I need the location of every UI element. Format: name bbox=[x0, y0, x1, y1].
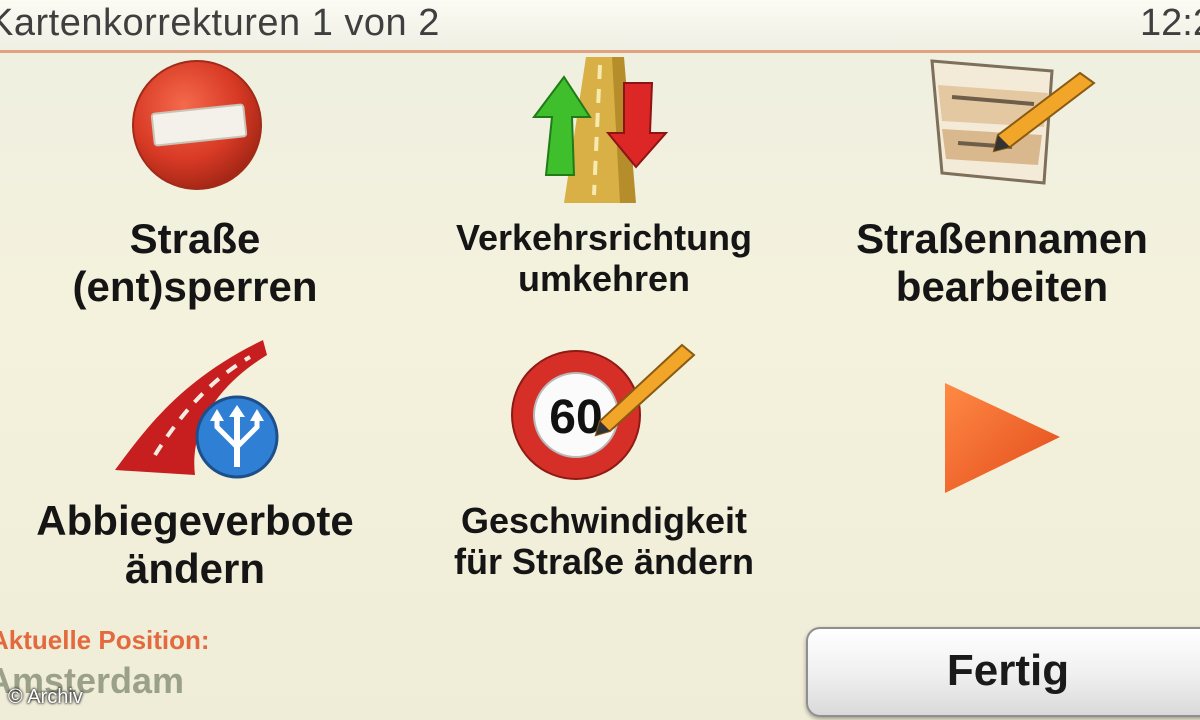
speed-limit-pencil-icon: 60 bbox=[511, 343, 696, 480]
change-speed-limit-button[interactable]: 60 Geschwindigkeit für Straße ändern bbox=[414, 335, 794, 585]
label-line: umkehren bbox=[517, 258, 691, 300]
label-line: Verkehrsrichtung bbox=[455, 217, 753, 258]
reverse-traffic-direction-label: Verkehrsrichtung umkehren bbox=[414, 217, 794, 299]
done-button-label: Fertig bbox=[946, 646, 1070, 695]
label-line: ändern bbox=[124, 544, 266, 592]
label-line: bearbeiten bbox=[895, 262, 1109, 310]
next-page-arrow-icon bbox=[945, 383, 1060, 493]
turn-restrictions-button[interactable]: Abbiegeverbote ändern bbox=[5, 335, 385, 605]
page-title: Kartenkorrekturen 1 von 2 bbox=[0, 2, 440, 44]
label-line: Straße bbox=[129, 215, 261, 262]
reverse-traffic-direction-button[interactable]: Verkehrsrichtung umkehren bbox=[414, 55, 794, 305]
block-road-button[interactable]: Straße (ent)sperren bbox=[5, 55, 385, 325]
label-line: Abbiegeverbote bbox=[36, 497, 354, 544]
title-bar: Kartenkorrekturen 1 von 2 12:2 bbox=[0, 0, 1200, 53]
traffic-direction-arrows-icon bbox=[532, 57, 669, 203]
change-speed-limit-label: Geschwindigkeit für Straße ändern bbox=[414, 500, 794, 582]
label-line: Geschwindigkeit bbox=[460, 500, 748, 541]
street-sign-pencil-icon bbox=[930, 59, 1096, 185]
clock: 12:2 bbox=[1140, 2, 1200, 44]
edit-street-names-label: Straßennamen bearbeiten bbox=[812, 215, 1192, 311]
next-page-button[interactable] bbox=[930, 375, 1070, 505]
copyright-watermark: © Archiv bbox=[8, 686, 83, 708]
edit-street-names-button[interactable]: Straßennamen bearbeiten bbox=[812, 55, 1192, 325]
no-entry-icon bbox=[132, 60, 262, 190]
current-position-label: Aktuelle Position: bbox=[0, 625, 210, 655]
block-road-label: Straße (ent)sperren bbox=[5, 215, 385, 311]
road-turn-sign-icon bbox=[115, 340, 279, 479]
done-button[interactable]: Fertig bbox=[806, 627, 1200, 717]
turn-restrictions-label: Abbiegeverbote ändern bbox=[5, 497, 385, 593]
label-line: Straßennamen bbox=[856, 215, 1148, 262]
label-line: für Straße ändern bbox=[453, 541, 755, 583]
label-line: (ent)sperren bbox=[72, 262, 318, 310]
